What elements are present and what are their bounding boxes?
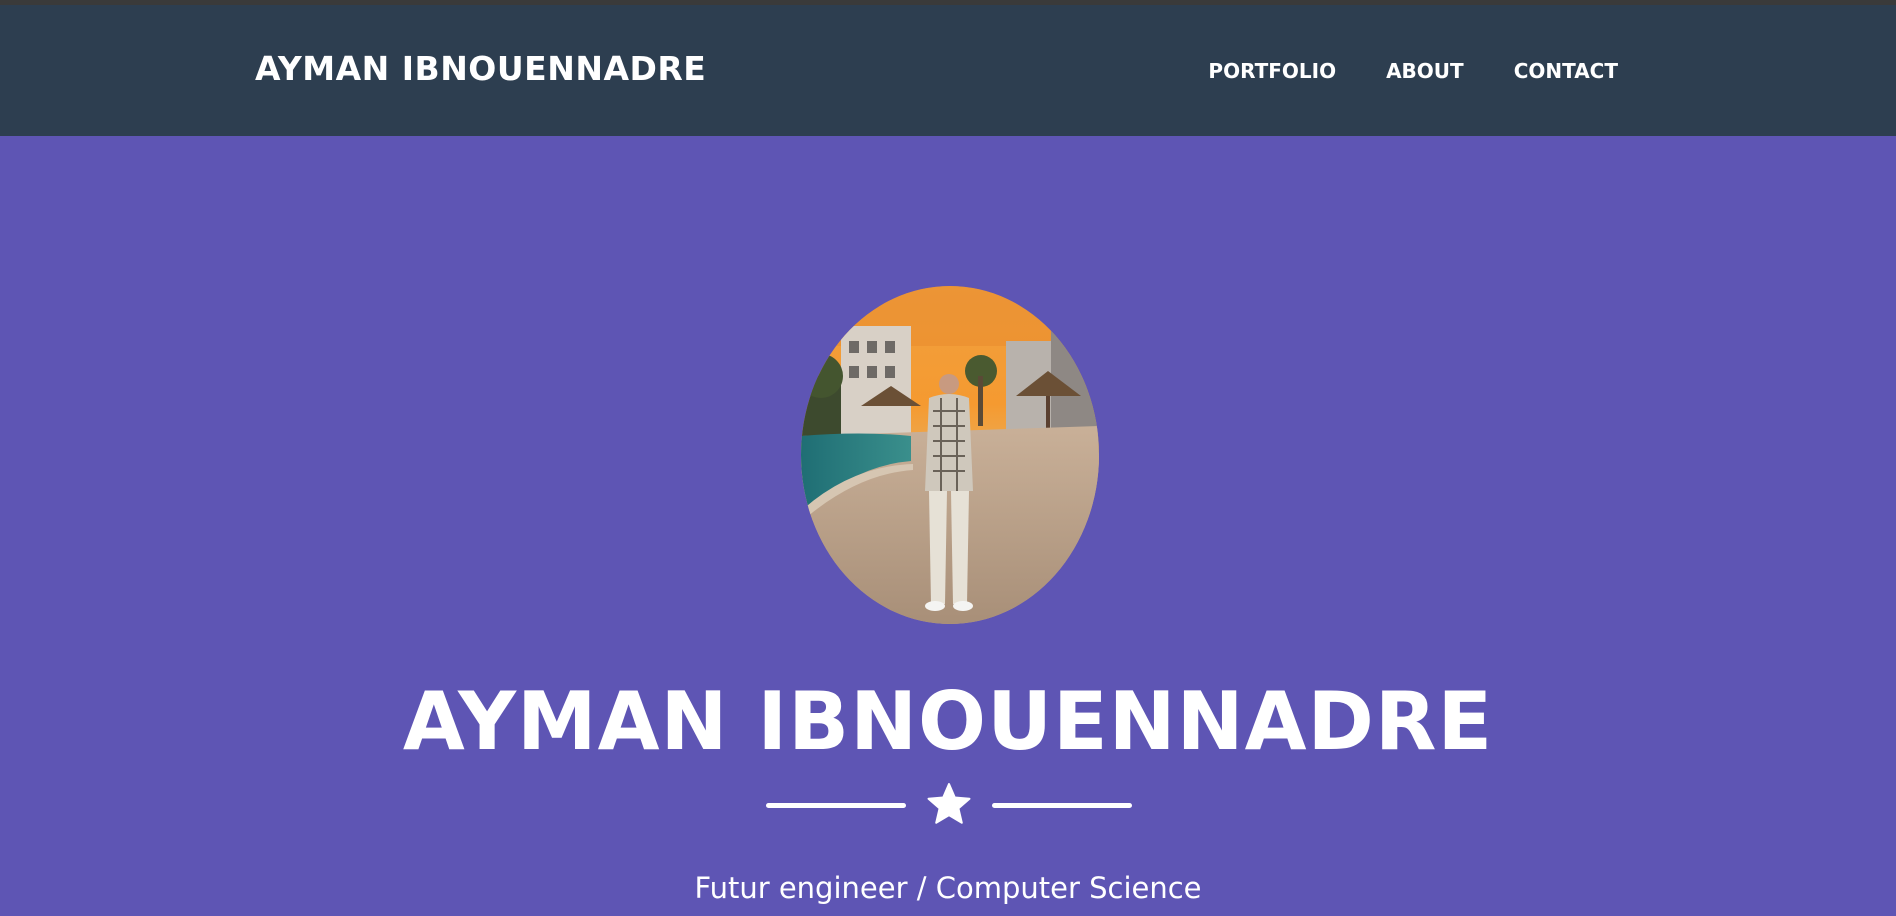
navbar: AYMAN IBNOUENNADRE PORTFOLIO ABOUT CONTA… bbox=[0, 5, 1896, 136]
star-divider bbox=[766, 782, 1132, 828]
nav-link-about[interactable]: ABOUT bbox=[1386, 59, 1464, 83]
profile-photo-illustration bbox=[801, 286, 1099, 624]
nav-link-portfolio[interactable]: PORTFOLIO bbox=[1208, 59, 1336, 83]
profile-avatar bbox=[801, 286, 1099, 624]
brand-link[interactable]: AYMAN IBNOUENNADRE bbox=[255, 49, 706, 89]
nav-links: PORTFOLIO ABOUT CONTACT bbox=[1208, 59, 1618, 83]
hero-title: AYMAN IBNOUENNADRE bbox=[402, 675, 1494, 768]
star-icon bbox=[927, 783, 971, 824]
hero-subtitle: Futur engineer / Computer Science bbox=[694, 871, 1202, 905]
nav-link-contact[interactable]: CONTACT bbox=[1514, 59, 1618, 83]
hero-section: AYMAN IBNOUENNADRE Futur engineer / Comp… bbox=[0, 136, 1896, 916]
divider-line-left bbox=[766, 803, 906, 808]
divider-line-right bbox=[992, 803, 1132, 808]
